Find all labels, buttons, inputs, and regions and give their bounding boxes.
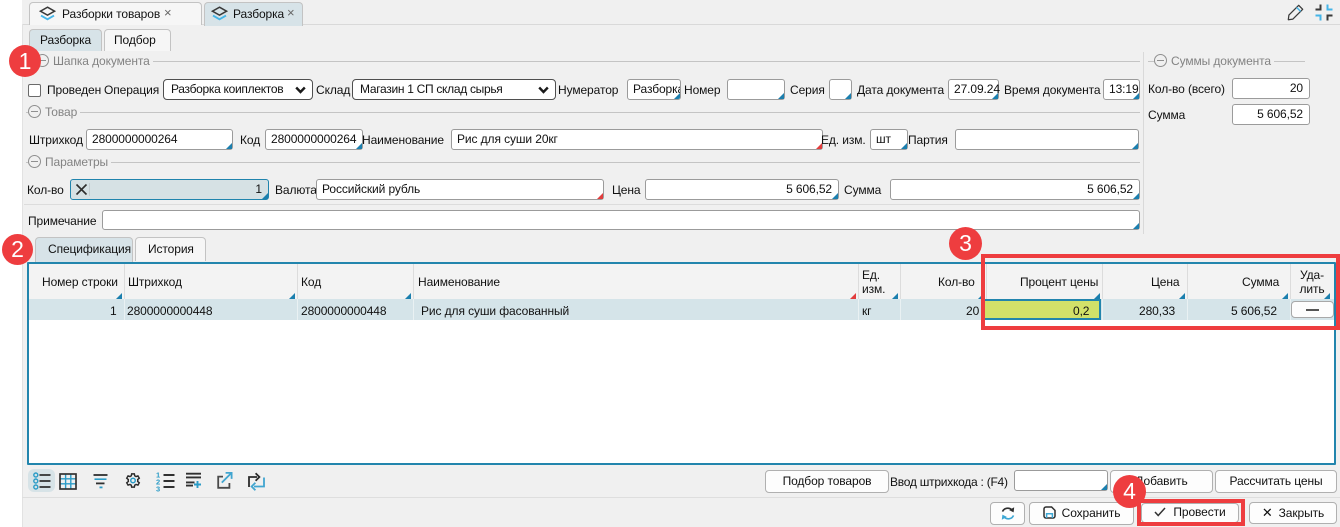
svg-text:3: 3 [156, 485, 160, 493]
